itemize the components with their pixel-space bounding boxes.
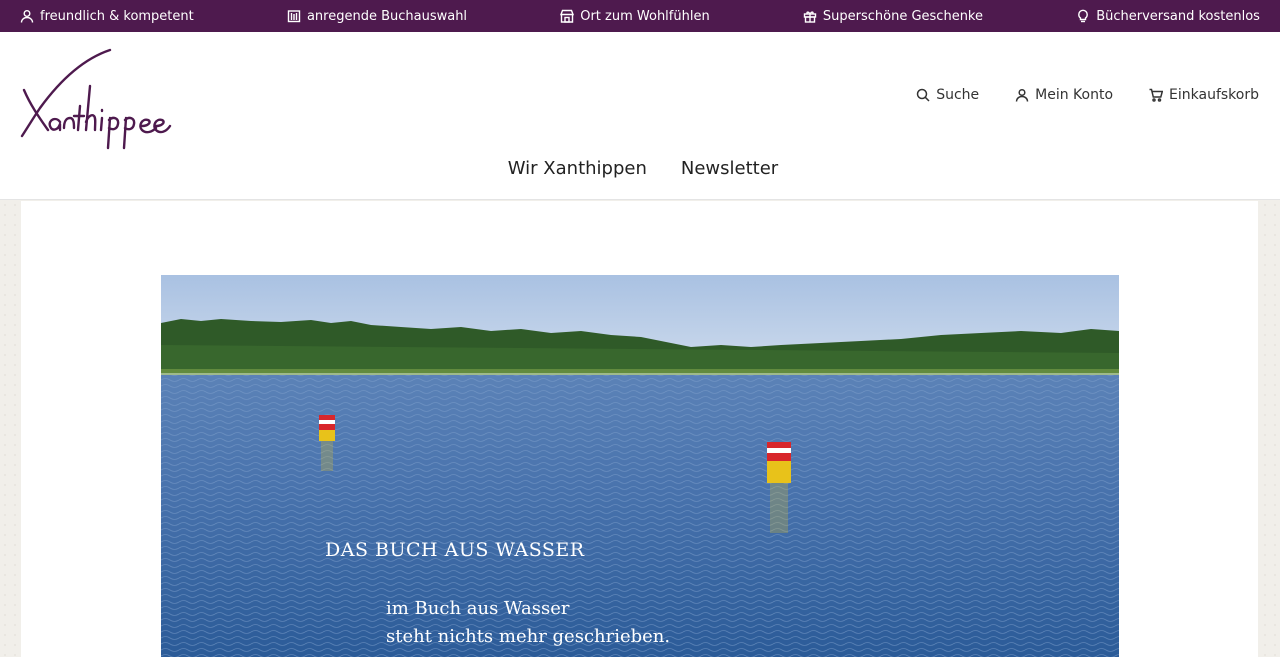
content-area: DAS BUCH AUS WASSER im Buch aus Wasser s… xyxy=(21,201,1258,657)
xanthippe-logo[interactable] xyxy=(20,46,182,150)
lightbulb-icon xyxy=(1078,9,1089,23)
poem-line: steht nichts mehr geschrieben. xyxy=(386,626,671,647)
usp-item-shipping: Bücherversand kostenlos xyxy=(1076,9,1260,24)
usp-bar: freundlich & kompetent anregende Buchaus… xyxy=(0,0,1280,32)
search-label: Suche xyxy=(936,87,980,103)
usp-label: Bücherversand kostenlos xyxy=(1096,8,1260,24)
books-icon xyxy=(287,10,301,23)
hero-image: DAS BUCH AUS WASSER im Buch aus Wasser s… xyxy=(161,275,1119,657)
usp-label: Ort zum Wohlfühlen xyxy=(580,8,710,24)
gift-icon xyxy=(803,11,817,23)
buoy-left xyxy=(319,415,335,471)
nav-item-newsletter[interactable]: Newsletter xyxy=(675,158,778,179)
hero-title: DAS BUCH AUS WASSER xyxy=(325,539,585,561)
account-label: Mein Konto xyxy=(1035,87,1114,103)
usp-label: freundlich & kompetent xyxy=(40,8,194,24)
store-icon xyxy=(560,9,575,23)
cart-label: Einkaufskorb xyxy=(1169,87,1259,103)
usp-label: Superschöne Geschenke xyxy=(822,8,983,24)
account-link[interactable]: Mein Konto xyxy=(1015,87,1113,103)
poem-line: im Buch aus Wasser xyxy=(386,598,570,619)
user-icon xyxy=(1015,88,1029,102)
site-header: Suche Mein Konto Einkaufskorb Wir Xanthi… xyxy=(0,32,1280,200)
usp-item-books: anregende Buchauswahl xyxy=(287,9,467,24)
nav-item-wir-xanthippen[interactable]: Wir Xanthippen xyxy=(502,158,647,179)
search-link[interactable]: Suche xyxy=(916,87,979,103)
cart-icon xyxy=(1149,88,1164,102)
search-icon xyxy=(916,88,930,102)
usp-item-friendly: freundlich & kompetent xyxy=(20,9,194,24)
buoy-right xyxy=(767,442,791,533)
user-icon xyxy=(20,10,34,23)
header-actions: Suche Mein Konto Einkaufskorb xyxy=(916,87,1259,103)
usp-item-place: Ort zum Wohlfühlen xyxy=(560,8,710,24)
main-nav: Wir Xanthippen Newsletter xyxy=(0,158,1280,179)
usp-label: anregende Buchauswahl xyxy=(306,8,468,24)
usp-item-gifts: Superschöne Geschenke xyxy=(803,9,983,24)
cart-link[interactable]: Einkaufskorb xyxy=(1149,87,1259,103)
hero-poem: im Buch aus Wasser steht nichts mehr ges… xyxy=(386,595,670,651)
